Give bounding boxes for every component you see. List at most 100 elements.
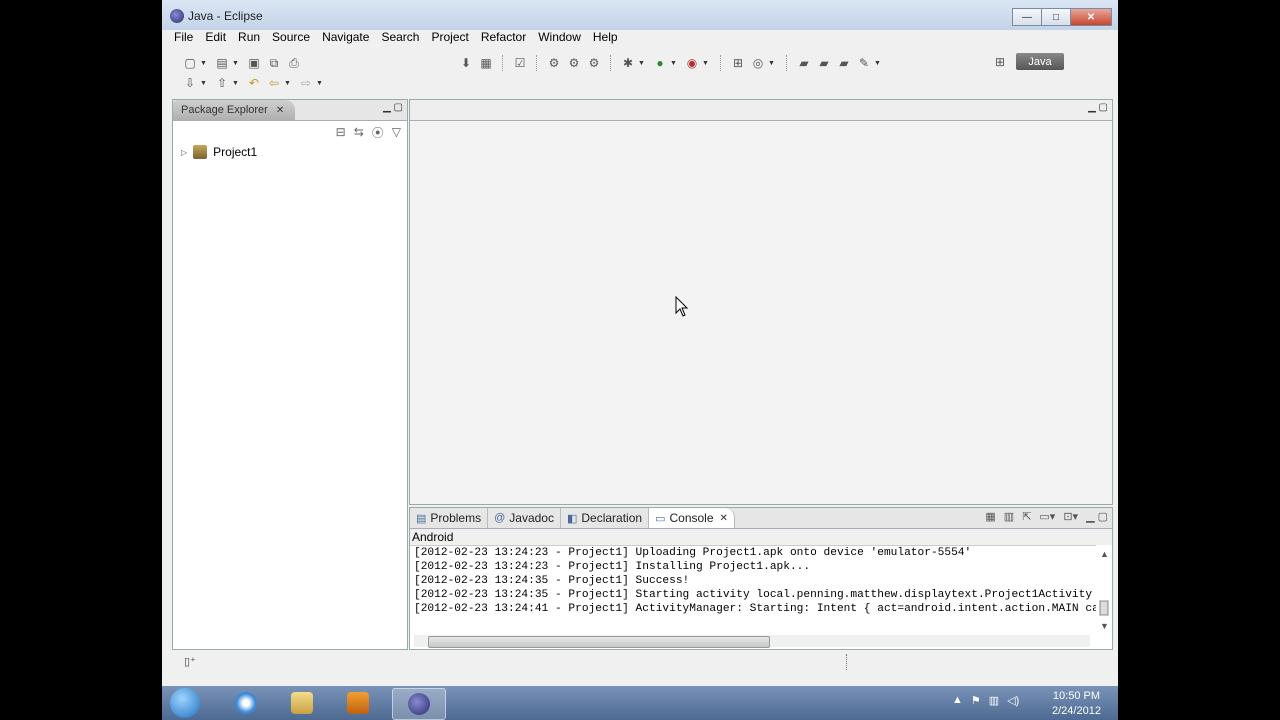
pin-icon[interactable]: ✎ <box>856 55 872 71</box>
new-class-dropdown-icon[interactable]: ▼ <box>768 60 776 67</box>
svg-text:▼: ▼ <box>1100 621 1109 631</box>
tab-declaration[interactable]: ◧ Declaration <box>561 508 650 528</box>
display-console-icon[interactable]: ▭▾ <box>1039 510 1055 523</box>
internet-explorer-icon <box>235 692 257 714</box>
menu-help[interactable]: Help <box>587 30 624 46</box>
start-button[interactable] <box>170 688 200 718</box>
new-wizard-icon[interactable]: ▤ <box>214 55 230 71</box>
open-file-icon[interactable]: ▰ <box>836 55 852 71</box>
open-resource-icon[interactable]: ⚙ <box>566 55 582 71</box>
tab-problems[interactable]: ▤ Problems <box>410 508 489 528</box>
run-icon[interactable]: ● <box>652 55 668 71</box>
view-menu-icon[interactable]: ▽ <box>392 125 401 139</box>
tab-package-explorer[interactable]: Package Explorer ✕ <box>173 100 295 120</box>
scroll-lock-icon[interactable]: ▥ <box>1004 510 1014 523</box>
debug-icon[interactable]: ✱ <box>620 55 636 71</box>
back-icon[interactable]: ⇦ <box>266 75 282 91</box>
taskbar-ie[interactable] <box>220 688 272 718</box>
menu-file[interactable]: File <box>168 30 199 46</box>
new-dropdown-icon[interactable]: ▼ <box>200 60 208 67</box>
back-dropdown-icon[interactable]: ▼ <box>284 80 292 87</box>
editor-minmax[interactable]: ▁ ▢ <box>1088 102 1108 113</box>
debug-dropdown-icon[interactable]: ▼ <box>638 60 646 67</box>
mouse-cursor-icon <box>675 296 689 317</box>
pin-dropdown-icon[interactable]: ▼ <box>874 60 882 67</box>
editor-area[interactable]: ▁ ▢ <box>409 99 1113 505</box>
scrollbar-thumb[interactable] <box>428 636 770 648</box>
toolbar-separator <box>502 55 504 71</box>
horizontal-scrollbar[interactable] <box>414 635 1090 648</box>
task-icon[interactable]: ☑ <box>512 55 528 71</box>
forward-icon[interactable]: ⇨ <box>298 75 314 91</box>
external-tools-icon[interactable]: ◉ <box>684 55 700 71</box>
tab-label: Package Explorer <box>181 104 268 116</box>
forward-dropdown-icon[interactable]: ▼ <box>316 80 324 87</box>
taskbar-explorer[interactable] <box>276 688 328 718</box>
next-annotation-icon[interactable]: ⇩ <box>182 75 198 91</box>
menu-search[interactable]: Search <box>375 30 425 46</box>
save-icon[interactable]: ▣ <box>246 55 262 71</box>
volume-icon[interactable]: ◁) <box>1007 694 1019 707</box>
tab-javadoc[interactable]: @ Javadoc <box>488 508 561 528</box>
vertical-scrollbar[interactable]: ▲ ▼ <box>1098 547 1110 632</box>
collapse-all-icon[interactable]: ⊟ <box>336 125 346 139</box>
link-editor-icon[interactable]: ⇆ <box>354 125 364 139</box>
folder-icon <box>291 692 313 714</box>
perspective-java[interactable]: Java <box>1016 53 1064 70</box>
expand-arrow-icon[interactable]: ▷ <box>181 148 187 157</box>
search-resource-icon[interactable]: ⚙ <box>586 55 602 71</box>
perspective-bar: ⊞ Java <box>990 53 1064 70</box>
new-class-icon[interactable]: ◎ <box>750 55 766 71</box>
clock[interactable]: 10:50 PM 2/24/2012 <box>1052 689 1101 719</box>
tab-label: Console <box>669 511 714 525</box>
minimize-button[interactable]: — <box>1012 8 1042 26</box>
taskbar-eclipse[interactable] <box>392 688 446 720</box>
close-icon[interactable]: ✕ <box>720 513 728 524</box>
menu-edit[interactable]: Edit <box>199 30 232 46</box>
eclipse-icon <box>170 9 184 23</box>
menu-project[interactable]: Project <box>425 30 474 46</box>
tree-item-project[interactable]: ▷ Project1 <box>173 143 407 161</box>
previous-annotation-icon[interactable]: ⇧ <box>214 75 230 91</box>
console-output[interactable]: [2012-02-23 13:24:23 - Project1] Uploadi… <box>410 545 1096 630</box>
pin-console-icon[interactable]: ⇱ <box>1022 510 1031 523</box>
close-button[interactable]: ✕ <box>1070 8 1112 26</box>
run-dropdown-icon[interactable]: ▼ <box>670 60 678 67</box>
view-minmax[interactable]: ▁ ▢ <box>383 102 403 113</box>
taskbar-media-player[interactable] <box>332 688 384 718</box>
new-icon[interactable]: ▢ <box>182 55 198 71</box>
new-wizard-dropdown-icon[interactable]: ▼ <box>232 60 240 67</box>
sdk-manager-icon[interactable]: ⬇ <box>458 55 474 71</box>
menu-source[interactable]: Source <box>266 30 316 46</box>
close-icon[interactable]: ✕ <box>276 105 284 116</box>
avd-manager-icon[interactable]: ▦ <box>478 55 494 71</box>
focus-icon[interactable]: ⦿ <box>372 124 384 141</box>
last-edit-icon[interactable]: ↶ <box>246 75 262 91</box>
at-icon: @ <box>494 512 506 524</box>
previous-annotation-dropdown-icon[interactable]: ▼ <box>232 80 240 87</box>
save-all-icon[interactable]: ⧉ <box>266 55 282 71</box>
next-annotation-dropdown-icon[interactable]: ▼ <box>200 80 208 87</box>
menu-navigate[interactable]: Navigate <box>316 30 375 46</box>
open-type-icon[interactable]: ⚙ <box>546 55 562 71</box>
menu-refactor[interactable]: Refactor <box>475 30 532 46</box>
menu-run[interactable]: Run <box>232 30 266 46</box>
menu-window[interactable]: Window <box>532 30 587 46</box>
show-hidden-icon[interactable]: ▲ <box>952 694 963 707</box>
fast-view-icon[interactable]: ▯⁺ <box>184 655 196 668</box>
network-icon[interactable]: ▥ <box>989 694 999 707</box>
clear-console-icon[interactable]: ▦ <box>985 510 995 523</box>
open-perspective-icon[interactable]: ⊞ <box>992 54 1008 70</box>
action-center-icon[interactable]: ⚑ <box>971 694 981 707</box>
open-console-icon[interactable]: ⊡▾ <box>1063 510 1078 523</box>
print-icon[interactable]: ⎙ <box>286 55 302 71</box>
nav-toolbar: ⇩ ▼ ⇧ ▼ ↶ ⇦ ▼ ⇨ ▼ <box>180 73 328 93</box>
tab-console[interactable]: ▭ Console ✕ <box>649 508 735 528</box>
new-java-project-icon[interactable]: ⊞ <box>730 55 746 71</box>
external-tools-dropdown-icon[interactable]: ▼ <box>702 60 710 67</box>
minmax-icon[interactable]: ▁ ▢ <box>1086 510 1108 523</box>
maximize-button[interactable]: □ <box>1041 8 1071 26</box>
title-bar[interactable]: Java - Eclipse — □ ✕ <box>162 0 1118 30</box>
open-task-icon[interactable]: ▰ <box>816 55 832 71</box>
open-folder-icon[interactable]: ▰ <box>796 55 812 71</box>
